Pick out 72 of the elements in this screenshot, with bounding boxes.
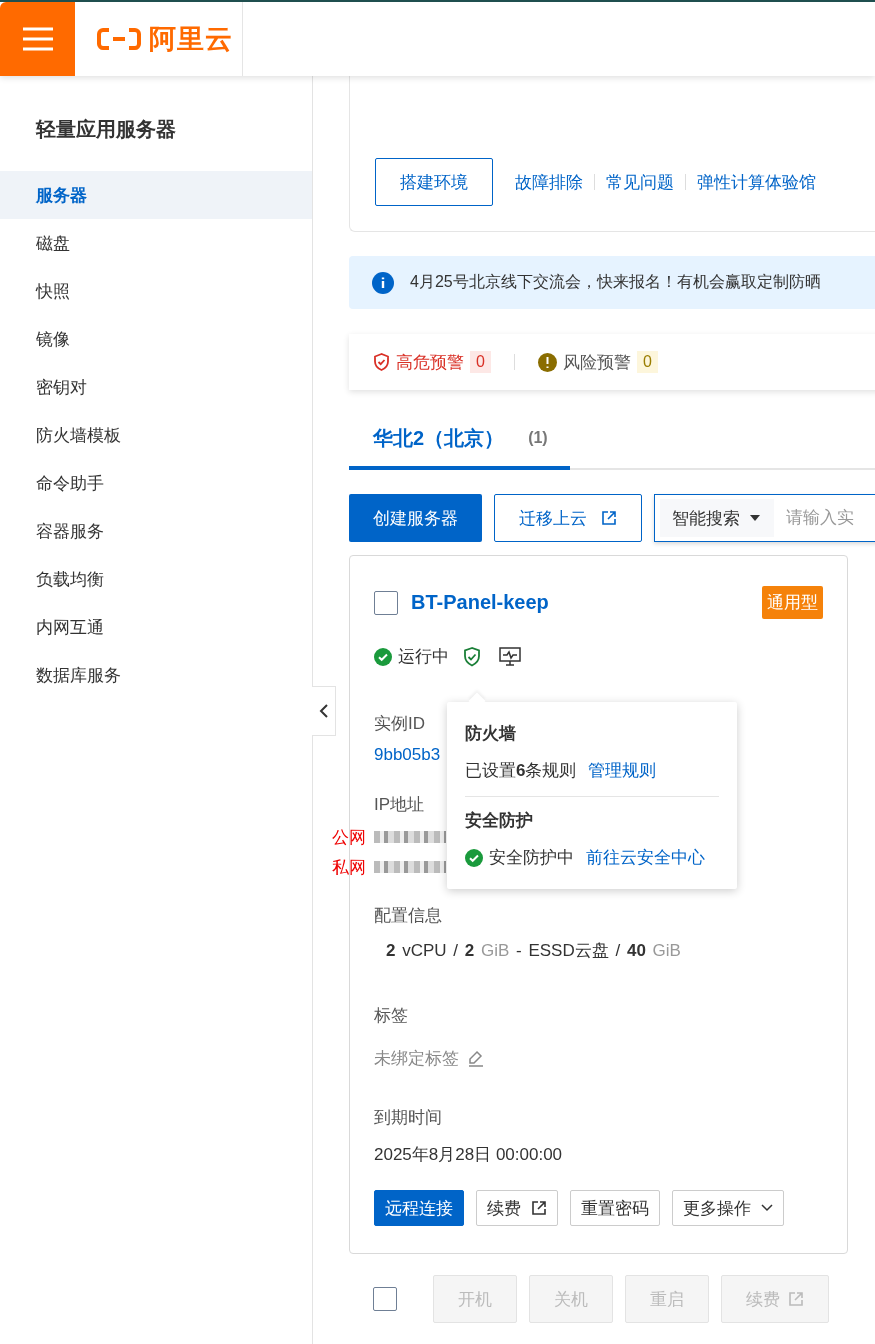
redacted-ip — [374, 861, 446, 873]
sidebar-item[interactable]: 快照 — [0, 267, 312, 315]
search-field[interactable]: 智能搜索 请输入实 — [654, 494, 875, 542]
redacted-ip — [374, 831, 446, 843]
field-label: IP地址 — [374, 794, 425, 816]
popover-title: 防火墙 — [465, 723, 517, 745]
shield-check-icon — [373, 353, 390, 371]
tag-value: 未绑定标签 — [374, 1048, 459, 1070]
region-tab[interactable]: 华北2（北京） (1) — [349, 420, 570, 470]
expiry-text: 2025年8月28日 00:00:00 — [374, 1144, 564, 1166]
help-link[interactable]: 常见问题 — [606, 170, 674, 194]
external-link-icon — [601, 510, 617, 526]
sidebar-item[interactable]: 服务器 — [0, 171, 312, 219]
notice-text: 4月25号北京线下交流会，快来报名！有机会赢取定制防晒 — [410, 272, 821, 292]
create-server-button[interactable]: 创建服务器 — [349, 494, 482, 542]
menu-button[interactable] — [0, 2, 75, 76]
sidebar-item[interactable]: 内网互通 — [0, 603, 312, 651]
checkbox[interactable] — [374, 590, 398, 615]
config-text: 2 vCPU / 2 GiB - ESSD云盘 / 40 GiB — [385, 940, 682, 962]
field-label: 到期时间 — [374, 1107, 442, 1129]
alert-label[interactable]: 风险预警 — [562, 350, 631, 374]
alert-label[interactable]: 高危预警 — [396, 350, 464, 374]
action-button[interactable]: 续费 — [476, 1190, 558, 1226]
server-name-link[interactable]: BT-Panel-keep — [411, 591, 549, 614]
migrate-button[interactable]: 迁移上云 — [494, 494, 642, 542]
help-link[interactable]: 弹性计算体验馆 — [697, 170, 816, 194]
check-circle-icon — [465, 848, 483, 867]
sidebar-item[interactable]: 密钥对 — [0, 363, 312, 411]
rule-count-text: 已设置6条规则 — [465, 760, 577, 782]
status-text: 运行中 — [398, 646, 449, 668]
action-button[interactable]: 远程连接 — [374, 1190, 464, 1226]
action-button[interactable]: 重置密码 — [570, 1190, 660, 1226]
pencil-icon[interactable] — [467, 1050, 484, 1067]
annotation-text: 公网 — [332, 826, 367, 849]
sidebar-item[interactable]: 防火墙模板 — [0, 411, 312, 459]
check-circle-icon — [374, 647, 392, 666]
annotation-text: 私网 — [332, 856, 367, 879]
sidebar-item[interactable]: 容器服务 — [0, 507, 312, 555]
alert-count: 0 — [636, 351, 658, 373]
chevron-down-icon — [761, 1204, 773, 1212]
logo-text: 阿里云 — [149, 23, 233, 56]
external-link-icon — [788, 1291, 804, 1307]
alert-count: 0 — [470, 351, 491, 373]
sidebar-item[interactable]: 数据库服务 — [0, 651, 312, 699]
field-label: 配置信息 — [374, 905, 442, 927]
chevron-left-icon — [318, 703, 329, 719]
field-label: 实例ID — [374, 713, 425, 735]
popover-title: 安全防护 — [465, 810, 534, 832]
caret-icon — [750, 515, 760, 521]
type-tag: 通用型 — [762, 586, 823, 619]
monitor-icon[interactable] — [499, 646, 521, 667]
external-link-icon — [531, 1200, 547, 1216]
sidebar-item[interactable]: 负载均衡 — [0, 555, 312, 603]
logo-icon — [97, 27, 141, 51]
checkbox[interactable] — [373, 1287, 397, 1311]
manage-rules-link[interactable]: 管理规则 — [588, 759, 657, 782]
field-label: 标签 — [374, 1005, 408, 1027]
security-status-text: 安全防护中 — [489, 847, 574, 869]
help-link[interactable]: 故障排除 — [515, 170, 583, 194]
setup-environment-button[interactable]: 搭建环境 — [375, 158, 493, 206]
info-icon — [372, 271, 394, 294]
shield-check-icon[interactable] — [463, 646, 481, 667]
sidebar-item[interactable]: 镜像 — [0, 315, 312, 363]
action-button[interactable]: 更多操作 — [672, 1190, 784, 1226]
sidebar-title: 轻量应用服务器 — [34, 117, 177, 142]
menu-icon — [22, 27, 53, 51]
collapse-button[interactable] — [312, 686, 336, 736]
sidebar-item[interactable]: 磁盘 — [0, 219, 312, 267]
search-mode-dropdown[interactable]: 智能搜索 — [660, 499, 774, 537]
security-center-link[interactable]: 前往云安全中心 — [586, 846, 705, 869]
warning-circle-icon — [537, 352, 557, 372]
sidebar-item[interactable]: 命令助手 — [0, 459, 312, 507]
